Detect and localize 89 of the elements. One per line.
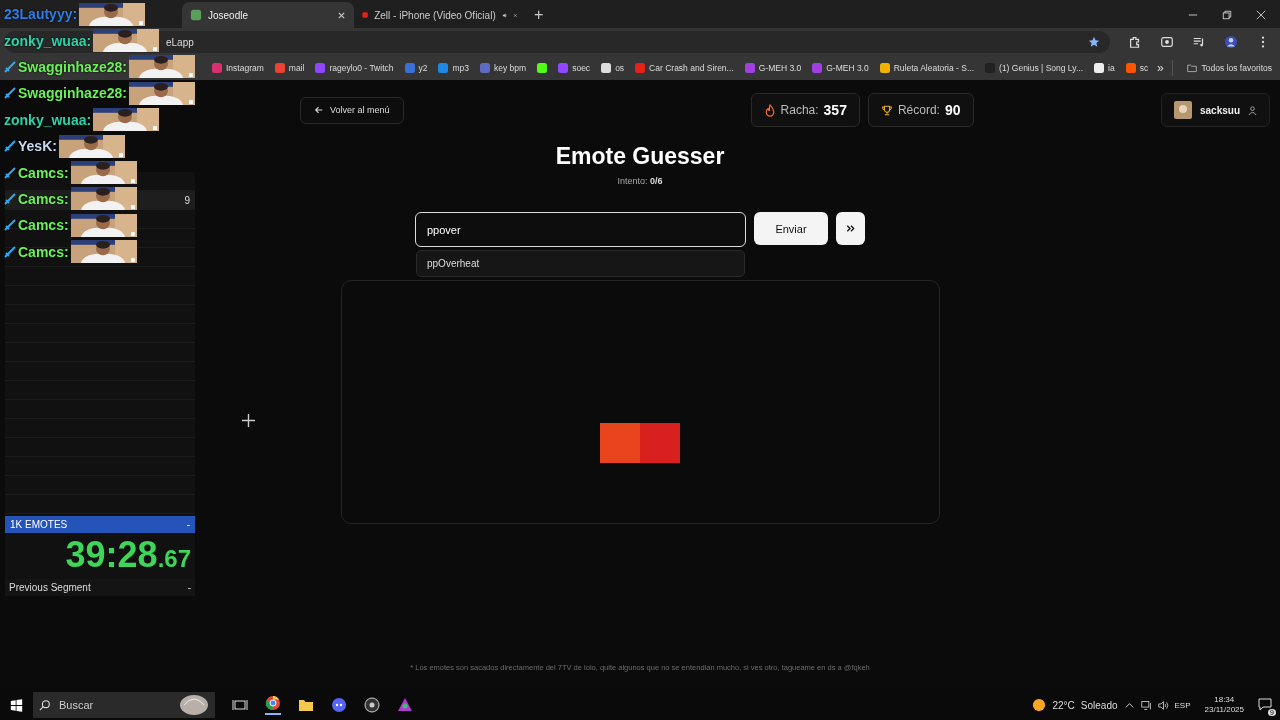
bookmark-link[interactable]: Instagram xyxy=(226,63,264,73)
weather-label[interactable]: Soleado xyxy=(1080,699,1118,711)
previous-segment-value: - xyxy=(187,582,191,593)
browser-tab[interactable]: Zell - iPhone (Video Oficial) xyxy=(354,2,526,28)
game-title: Emote Guesser xyxy=(555,143,725,170)
search-field[interactable]: Buscar xyxy=(33,692,215,718)
double-chevron-icon xyxy=(845,223,856,234)
chat-username: zonky_wuaa: xyxy=(4,32,92,49)
star-icon[interactable] xyxy=(1088,36,1100,48)
chat-username: zonky_wuaa: xyxy=(4,111,92,128)
trophy-icon xyxy=(880,103,893,117)
bookmark-link[interactable]: mp3 xyxy=(452,63,470,73)
record-value: 90 xyxy=(944,102,961,118)
more-bookmarks-button[interactable]: » xyxy=(1150,60,1173,76)
avatar-icon xyxy=(1173,101,1192,119)
bookmark-icon[interactable] xyxy=(537,63,548,73)
chat-app-icon[interactable] xyxy=(331,697,347,713)
task-view-icon[interactable] xyxy=(232,697,248,713)
language-indicator[interactable]: ESP xyxy=(1174,700,1191,710)
puzzle-icon[interactable] xyxy=(1128,35,1142,49)
notification-icon[interactable] xyxy=(1258,697,1272,711)
bookmark-link[interactable]: rageylo0 - Twitch xyxy=(329,63,394,73)
search-icon xyxy=(39,699,51,711)
camera-icon[interactable] xyxy=(1160,35,1174,49)
chat-username: Swagginhaze28: xyxy=(18,58,127,75)
chat-username: Camcs: xyxy=(18,217,69,234)
chat-username: Camcs: xyxy=(18,164,69,181)
chat-username: Swagginhaze28: xyxy=(18,85,127,102)
flame-icon xyxy=(763,103,776,117)
bookmark-icon[interactable] xyxy=(879,63,890,73)
page-icon xyxy=(190,9,202,21)
segment-value: - xyxy=(186,519,190,530)
bookmark-link[interactable]: Car Crash and Siren... xyxy=(649,63,734,73)
record-label: Récord: xyxy=(897,103,940,117)
clock-date[interactable]: 23/11/2025 xyxy=(1204,705,1244,715)
bookmark-icon[interactable] xyxy=(601,63,612,73)
bookmark-icon[interactable] xyxy=(1125,63,1136,73)
bookmark-link[interactable]: sc xyxy=(1139,63,1149,73)
bookmark-link[interactable]: (1) Genius | Song Ly... xyxy=(999,63,1083,73)
run-timer: 39:28.67 xyxy=(64,533,192,577)
bookmark-link[interactable]: os xyxy=(615,63,625,73)
bookmark-link[interactable]: G-MEH 3.0 xyxy=(826,63,869,73)
browser-icon[interactable] xyxy=(265,695,281,715)
crosshair-cursor-icon xyxy=(242,414,255,427)
back-button[interactable]: Volver al menú xyxy=(300,96,404,124)
bookmark-link[interactable]: soec xyxy=(572,63,591,73)
shell-icon xyxy=(179,694,209,716)
restore-icon[interactable] xyxy=(1222,10,1232,20)
page-icon xyxy=(362,9,369,21)
avatar-icon[interactable] xyxy=(1224,35,1238,49)
skip-button[interactable] xyxy=(836,212,865,245)
close-icon[interactable] xyxy=(337,10,346,20)
bookmark-folder[interactable]: Todos los favoritos xyxy=(1201,63,1272,73)
chat-username: Camcs: xyxy=(18,190,69,207)
bookmark-link[interactable]: key bpm xyxy=(494,63,527,73)
bookmark-link[interactable]: y2 xyxy=(418,63,428,73)
chat-username: 23Lautyyy: xyxy=(4,6,78,23)
weather-sun-icon[interactable] xyxy=(1032,698,1047,712)
network-icon[interactable] xyxy=(1140,699,1152,711)
arrow-left-icon xyxy=(314,105,324,115)
segment-title: 1K EMOTES xyxy=(10,519,68,530)
person-icon xyxy=(1248,105,1257,115)
clock-time[interactable]: 18:34 xyxy=(1214,695,1235,705)
submit-button[interactable]: Enviar xyxy=(754,212,828,245)
bookmark-link[interactable]: Ruleta Aleatoria - S... xyxy=(893,63,975,73)
streak-value: 357 xyxy=(823,102,847,118)
bookmark-link[interactable]: mail xyxy=(288,63,305,73)
bookmark-link[interactable]: G-MEH 3.0 xyxy=(758,63,802,73)
new-tab-button[interactable]: + xyxy=(526,2,552,28)
media-icon[interactable] xyxy=(1192,35,1206,49)
previous-segment-label: Previous Segment xyxy=(9,582,91,593)
recorder-icon[interactable] xyxy=(364,697,380,713)
triangle-app-icon[interactable] xyxy=(397,697,413,713)
close-icon[interactable] xyxy=(1256,10,1266,20)
streak-label: Racha: xyxy=(780,103,819,117)
browser-tab[interactable]: Joseodle xyxy=(182,2,354,28)
bookmark-icon[interactable] xyxy=(1094,63,1104,73)
attempt-counter: Intento: 0/6 xyxy=(617,176,663,186)
user-button[interactable]: sacksuu xyxy=(1160,93,1270,127)
temperature[interactable]: 22°C xyxy=(1052,699,1075,711)
chat-username: Camcs: xyxy=(18,243,69,260)
split-time: 9 xyxy=(184,194,190,206)
folder-icon[interactable] xyxy=(298,697,314,713)
bookmark-link[interactable]: ia xyxy=(1108,63,1115,73)
suggestion-item[interactable]: ppOverheat xyxy=(417,251,744,276)
guess-input[interactable]: ppover xyxy=(415,212,746,247)
chat-username: YesK: xyxy=(18,138,57,155)
volume-icon[interactable] xyxy=(1157,699,1169,711)
windows-start-icon[interactable] xyxy=(10,698,23,712)
